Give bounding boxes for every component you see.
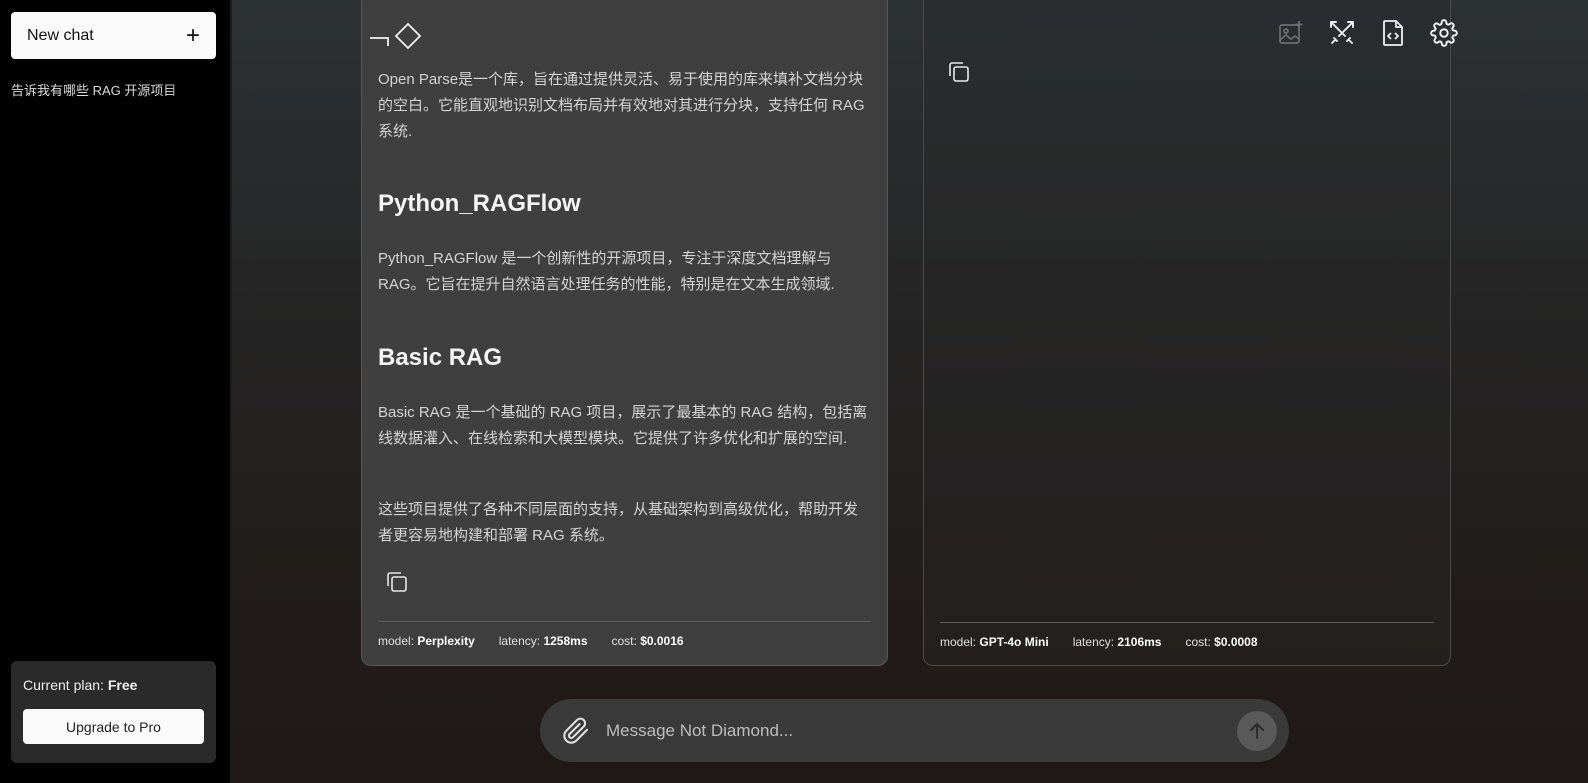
plan-value: Free [107,677,138,693]
cost-label: cost: [611,634,637,648]
response-meta: model: Perplexity latency: 1258ms cost: … [378,634,684,648]
chat-history-item[interactable]: 告诉我有哪些 RAG 开源项目 [11,80,216,99]
not-diamond-logo[interactable] [368,22,428,50]
crossed-swords-icon[interactable] [1327,17,1357,49]
summary-section: 这些项目提供了各种不同层面的支持，从基础架构到高级优化，帮助开发者更容易地构建和… [378,497,871,549]
response-content: Open Parse是一个库，旨在通过提供灵活、易于使用的库来填补文档分块的空白… [378,67,871,145]
section-basic-rag-body: Basic RAG 是一个基础的 RAG 项目，展示了最基本的 RAG 结构，包… [378,400,871,452]
copy-icon[interactable] [384,569,410,595]
top-bar [232,0,1588,62]
model-value: GPT-4o Mini [979,635,1049,649]
image-add-icon[interactable] [1276,17,1306,49]
cost-value: $0.0008 [1214,635,1258,649]
model-label: model: [940,635,977,649]
top-toolbar [1276,17,1459,49]
section-title-basic-rag: Basic RAG [378,344,503,371]
message-composer [540,699,1289,762]
latency-label: latency: [1072,635,1115,649]
meta-model: model: GPT-4o Mini [940,635,1049,649]
code-file-icon[interactable] [1378,17,1408,49]
latency-label: latency: [498,634,541,648]
cost-value: $0.0016 [640,634,684,648]
send-button[interactable] [1237,711,1277,751]
new-chat-button[interactable]: New chat + [11,12,216,59]
copy-icon[interactable] [946,59,972,85]
intro-paragraph: Open Parse是一个库，旨在通过提供灵活、易于使用的库来填补文档分块的空白… [378,71,865,140]
meta-model: model: Perplexity [378,634,475,648]
section-basic-rag: Basic RAG [378,344,871,372]
current-plan: Current plan: Free [23,677,204,693]
section-python-ragflow: Python_RAGFlow [378,190,871,218]
meta-cost: cost: $0.0008 [1185,635,1257,649]
plan-box: Current plan: Free Upgrade to Pro [11,661,216,763]
sidebar: New chat + 告诉我有哪些 RAG 开源项目 Current plan:… [0,0,232,783]
response-meta: model: GPT-4o Mini latency: 2106ms cost:… [940,635,1258,649]
new-chat-label: New chat [27,26,94,44]
plan-label: Current plan: [23,677,104,693]
section-title-python-ragflow: Python_RAGFlow [378,190,581,217]
panel-divider [940,622,1434,623]
meta-latency: latency: 1258ms [499,634,588,648]
gear-icon[interactable] [1429,17,1459,49]
model-value: Perplexity [417,634,475,648]
upgrade-button[interactable]: Upgrade to Pro [23,709,204,744]
panel-divider [378,621,871,622]
meta-cost: cost: $0.0016 [612,634,684,648]
section-python-ragflow-body: Python_RAGFlow 是一个创新性的开源项目，专注于深度文档理解与 RA… [378,246,871,298]
response-panel-perplexity: Open Parse是一个库，旨在通过提供灵活、易于使用的库来填补文档分块的空白… [361,0,888,666]
arrow-up-icon [1250,722,1264,739]
main-area: Open Parse是一个库，旨在通过提供灵活、易于使用的库来填补文档分块的空白… [232,0,1588,783]
message-input[interactable] [606,711,1226,751]
python-ragflow-paragraph: Python_RAGFlow 是一个创新性的开源项目，专注于深度文档理解与 RA… [378,250,835,293]
response-panel-gpt-4o-mini: model: GPT-4o Mini latency: 2106ms cost:… [923,0,1451,666]
plus-icon: + [185,21,200,49]
latency-value: 2106ms [1117,635,1162,649]
model-label: model: [378,634,415,648]
basic-rag-paragraph: Basic RAG 是一个基础的 RAG 项目，展示了最基本的 RAG 结构，包… [378,404,868,447]
meta-latency: latency: 2106ms [1073,635,1162,649]
cost-label: cost: [1185,635,1211,649]
latency-value: 1258ms [543,634,588,648]
paperclip-icon[interactable] [562,717,590,745]
summary-paragraph: 这些项目提供了各种不同层面的支持，从基础架构到高级优化，帮助开发者更容易地构建和… [378,501,859,544]
